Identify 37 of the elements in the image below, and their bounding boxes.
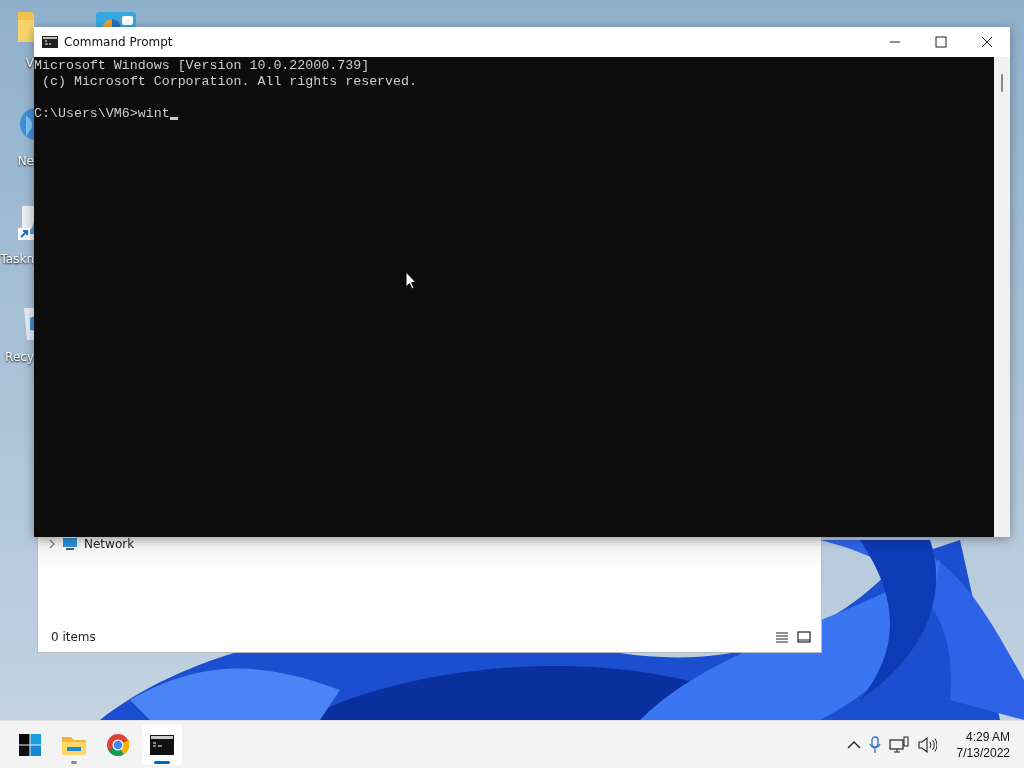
running-indicator xyxy=(154,761,170,764)
taskbar-app-button[interactable] xyxy=(142,725,182,765)
window-title: Command Prompt xyxy=(64,35,173,49)
details-view-icon xyxy=(774,629,790,645)
speaker-icon xyxy=(916,737,937,753)
browser-icon xyxy=(106,733,130,757)
icon-label[interactable]: Recy xyxy=(0,350,34,364)
show-hidden-icons-button[interactable] xyxy=(846,740,861,750)
preview-view-button[interactable] xyxy=(795,628,813,646)
console-app-icon xyxy=(42,36,58,48)
microphone-button[interactable] xyxy=(868,736,881,754)
monitor-icon xyxy=(62,537,78,551)
mouse-pointer-icon xyxy=(405,271,417,290)
maximize-icon xyxy=(935,36,947,48)
start-icon xyxy=(18,733,42,757)
scrollbar[interactable] xyxy=(994,57,1010,537)
terminal-icon xyxy=(150,735,174,755)
volume-button[interactable] xyxy=(916,737,937,753)
network-icon xyxy=(888,736,909,754)
chevron-up-icon xyxy=(846,740,861,750)
network-button[interactable] xyxy=(888,736,909,754)
nav-item[interactable]: Network xyxy=(84,537,135,551)
scrollbar-thumb[interactable] xyxy=(1001,74,1003,92)
running-indicator xyxy=(71,761,77,764)
icon-label[interactable]: Ne xyxy=(0,154,34,168)
console-output-line: Microsoft Windows [Version 10.0.22000.739] xyxy=(34,58,371,74)
console-output-line: (c) Microsoft Corporation. All rights reserved. xyxy=(40,74,418,90)
clock-button[interactable]: 4:29 AM 7/13/2022 xyxy=(956,729,1010,761)
status-text: 0 items xyxy=(51,630,96,644)
expand-chevron-icon[interactable] xyxy=(48,539,56,549)
icon-label[interactable]: Taskn xyxy=(0,252,34,266)
microphone-icon xyxy=(868,736,881,754)
icon-label[interactable]: V xyxy=(0,56,34,70)
folder-icon xyxy=(61,734,87,756)
command-prompt-line[interactable]: C:\Users\VM6>wint xyxy=(34,106,170,122)
close-icon xyxy=(981,36,993,48)
preview-view-icon xyxy=(796,629,812,645)
